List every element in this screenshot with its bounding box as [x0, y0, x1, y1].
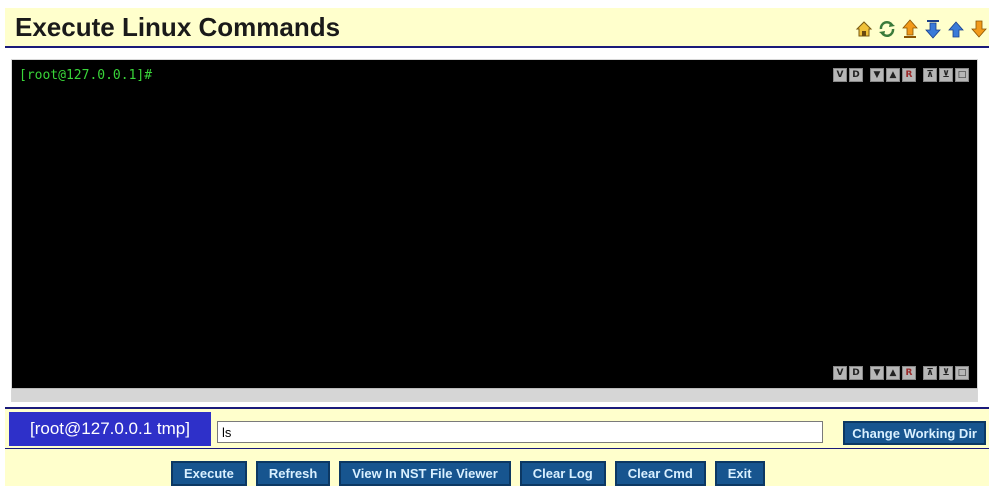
- command-row: [root@127.0.0.1 tmp] Change Working Dir: [5, 407, 989, 449]
- home-icon[interactable]: [854, 19, 874, 39]
- view-nst-file-viewer-button[interactable]: View In NST File Viewer: [339, 461, 511, 486]
- terminal-prompt: [root@127.0.0.1]#: [19, 68, 153, 83]
- scroll-bottom-button[interactable]: ⊻: [939, 366, 953, 380]
- app-window: Execute Linux Commands [root@127.0.0.1]#…: [0, 0, 989, 486]
- scroll-up-button[interactable]: ▲: [886, 366, 900, 380]
- scroll-down-button[interactable]: ▼: [870, 366, 884, 380]
- scroll-up-button[interactable]: ▲: [886, 68, 900, 82]
- maximize-button[interactable]: □: [955, 68, 969, 82]
- view-button[interactable]: V: [833, 366, 847, 380]
- arrow-down-bottom-icon[interactable]: [923, 19, 943, 39]
- arrow-down-icon[interactable]: [969, 19, 989, 39]
- nav-icon-group: [854, 19, 989, 39]
- refresh-button[interactable]: Refresh: [255, 461, 331, 486]
- page-title: Execute Linux Commands: [15, 12, 341, 42]
- scroll-top-button[interactable]: ⊼: [923, 68, 937, 82]
- view-button[interactable]: V: [833, 68, 847, 82]
- terminal-controls-bottom: V D ▼ ▲ R ⊼ ⊻ □: [833, 366, 969, 380]
- scroll-bottom-button[interactable]: ⊻: [939, 68, 953, 82]
- reset-button[interactable]: R: [902, 366, 916, 380]
- refresh-icon[interactable]: [877, 19, 897, 39]
- cwd-label: [root@127.0.0.1 tmp]: [9, 412, 211, 446]
- clear-cmd-button[interactable]: Clear Cmd: [614, 461, 706, 486]
- arrow-up-top-icon[interactable]: [900, 19, 920, 39]
- download-button[interactable]: D: [849, 366, 863, 380]
- arrow-up-icon[interactable]: [946, 19, 966, 39]
- action-buttons: Execute Refresh View In NST File Viewer …: [171, 461, 765, 486]
- terminal-output[interactable]: [root@127.0.0.1]# V D ▼ ▲ R ⊼ ⊻ □ V D ▼ …: [12, 60, 977, 388]
- clear-log-button[interactable]: Clear Log: [519, 461, 606, 486]
- download-button[interactable]: D: [849, 68, 863, 82]
- scroll-down-button[interactable]: ▼: [870, 68, 884, 82]
- terminal-frame: [root@127.0.0.1]# V D ▼ ▲ R ⊼ ⊻ □ V D ▼ …: [11, 59, 978, 402]
- execute-button[interactable]: Execute: [171, 461, 247, 486]
- scroll-top-button[interactable]: ⊼: [923, 366, 937, 380]
- reset-button[interactable]: R: [902, 68, 916, 82]
- horizontal-scrollbar[interactable]: [12, 388, 977, 402]
- title-bar: Execute Linux Commands: [5, 8, 989, 48]
- change-working-dir-button[interactable]: Change Working Dir: [843, 421, 986, 445]
- maximize-button[interactable]: □: [955, 366, 969, 380]
- terminal-controls-top: V D ▼ ▲ R ⊼ ⊻ □: [833, 68, 969, 82]
- action-bar: Execute Refresh View In NST File Viewer …: [5, 449, 989, 486]
- exit-button[interactable]: Exit: [714, 461, 765, 486]
- command-input[interactable]: [217, 421, 823, 443]
